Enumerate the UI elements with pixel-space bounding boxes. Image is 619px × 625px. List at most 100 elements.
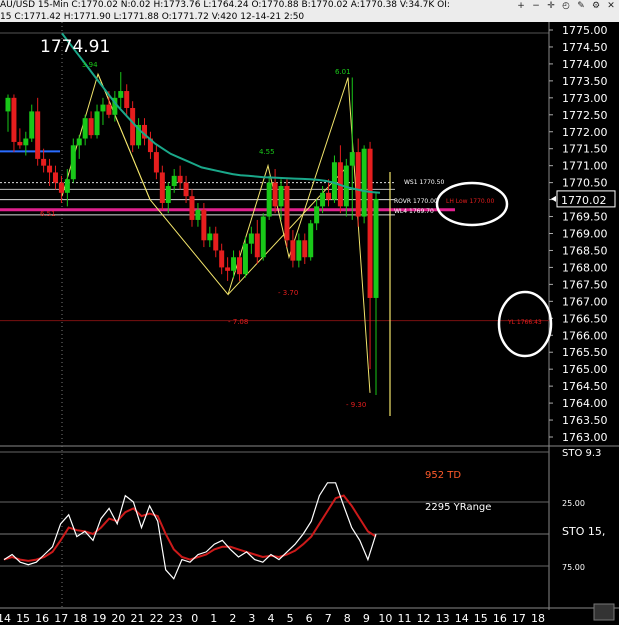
candle-body[interactable] bbox=[189, 196, 195, 220]
candle-body[interactable] bbox=[35, 111, 41, 159]
time-tick-label: 15 bbox=[16, 612, 30, 625]
candle-body[interactable] bbox=[70, 145, 76, 180]
candle-body[interactable] bbox=[195, 209, 201, 220]
candle-body[interactable] bbox=[248, 233, 254, 244]
y-tick-label: 1766.00 bbox=[562, 329, 608, 342]
y-tick-label: 1770.50 bbox=[562, 177, 608, 190]
pattern-label-2: 6.51 bbox=[40, 210, 56, 218]
candle-body[interactable] bbox=[106, 104, 112, 115]
scroll-button[interactable] bbox=[593, 603, 615, 621]
candle-body[interactable] bbox=[165, 186, 171, 203]
candle-body[interactable] bbox=[236, 257, 242, 275]
candle-body[interactable] bbox=[326, 192, 332, 200]
candle-body[interactable] bbox=[242, 243, 248, 275]
candle-body[interactable] bbox=[64, 179, 70, 193]
candle-body[interactable] bbox=[58, 182, 64, 193]
candle-body[interactable] bbox=[52, 172, 58, 183]
candle-body[interactable] bbox=[100, 104, 106, 112]
candle-body[interactable] bbox=[254, 233, 260, 258]
y-tick-label: 1773.50 bbox=[562, 75, 608, 88]
stoch-tick-label: 25.00 bbox=[562, 499, 585, 508]
candle-body[interactable] bbox=[23, 138, 29, 146]
candle-body[interactable] bbox=[29, 111, 35, 139]
y-tick-label: 1764.50 bbox=[562, 380, 608, 393]
y-tick-label: 1771.00 bbox=[562, 160, 608, 173]
candle-body[interactable] bbox=[272, 182, 278, 207]
candle-body[interactable] bbox=[213, 233, 219, 251]
pattern-label-3: - 7.08 bbox=[228, 318, 248, 326]
candle-body[interactable] bbox=[207, 233, 213, 241]
candle-body[interactable] bbox=[320, 192, 326, 207]
y-tick-label: 1768.50 bbox=[562, 244, 608, 257]
y-tick-label: 1774.50 bbox=[562, 41, 608, 54]
time-tick-label: 14 bbox=[0, 612, 11, 625]
price-axis[interactable]: 1775.00 1774.50 1774.00 1773.50 1773.00 1772.… bbox=[549, 24, 616, 444]
y-tick-label: 1765.50 bbox=[562, 346, 608, 359]
candle-body[interactable] bbox=[284, 186, 290, 241]
candle-body[interactable] bbox=[296, 240, 302, 261]
candle-body[interactable] bbox=[17, 141, 23, 146]
time-tick-label: 7 bbox=[325, 612, 332, 625]
y-tick-label: 1763.00 bbox=[562, 431, 608, 444]
level-label-lh-low: LH Low 1770.00 bbox=[446, 198, 494, 205]
candle-body[interactable] bbox=[11, 97, 17, 142]
candlesticks[interactable] bbox=[5, 72, 379, 395]
candle-body[interactable] bbox=[124, 91, 130, 109]
time-tick-label: 18 bbox=[531, 612, 545, 625]
time-tick-label: 17 bbox=[54, 612, 68, 625]
candle-body[interactable] bbox=[177, 175, 183, 183]
candle-body[interactable] bbox=[82, 118, 88, 139]
candle-body[interactable] bbox=[314, 206, 320, 224]
y-tick-label: 1763.50 bbox=[562, 414, 608, 427]
candle-body[interactable] bbox=[153, 152, 159, 173]
candle-body[interactable] bbox=[118, 91, 124, 98]
time-tick-label: 19 bbox=[92, 612, 106, 625]
stoch-d-line bbox=[3, 494, 377, 562]
candle-body[interactable] bbox=[5, 97, 11, 112]
y-tick-label: 1769.00 bbox=[562, 228, 608, 241]
candle-body[interactable] bbox=[88, 118, 94, 136]
candle-body[interactable] bbox=[355, 152, 361, 217]
stoch-tick-label: 75.00 bbox=[562, 563, 585, 572]
time-tick-label: 10 bbox=[378, 612, 392, 625]
candle-body[interactable] bbox=[231, 257, 237, 271]
time-tick-label: 20 bbox=[111, 612, 125, 625]
candle-body[interactable] bbox=[349, 152, 355, 166]
candle-body[interactable] bbox=[361, 148, 367, 217]
candle-body[interactable] bbox=[367, 148, 373, 298]
candle-body[interactable] bbox=[219, 250, 225, 268]
candle-body[interactable] bbox=[290, 240, 296, 261]
time-tick-label: 15 bbox=[474, 612, 488, 625]
candle-body[interactable] bbox=[266, 182, 272, 217]
y-tick-label: 1772.00 bbox=[562, 126, 608, 139]
candle-body[interactable] bbox=[159, 172, 165, 203]
price-chart[interactable]: 1775.001774.501774.001773.501773.001772.… bbox=[0, 0, 619, 625]
candle-body[interactable] bbox=[278, 186, 284, 207]
candle-body[interactable] bbox=[373, 198, 379, 298]
y-tick-label: 1772.50 bbox=[562, 109, 608, 122]
candle-body[interactable] bbox=[225, 267, 231, 271]
pattern-label-1: 3.94 bbox=[82, 61, 98, 69]
last-price-label: 1774.91 bbox=[40, 37, 110, 57]
candle-body[interactable] bbox=[94, 111, 100, 136]
candle-body[interactable] bbox=[201, 209, 207, 241]
candle-body[interactable] bbox=[130, 108, 136, 146]
grid-lines bbox=[0, 22, 619, 610]
candle-body[interactable] bbox=[41, 158, 47, 166]
candle-body[interactable] bbox=[171, 175, 177, 187]
candle-body[interactable] bbox=[183, 182, 189, 197]
time-tick-label: 17 bbox=[512, 612, 526, 625]
annotations: 1774.91 3.94 6.51 - 7.08 4.55 - 3.70 6.0… bbox=[40, 37, 605, 538]
time-tick-label: 2 bbox=[229, 612, 236, 625]
candle-body[interactable] bbox=[260, 216, 266, 258]
y-tick-label: 1765.00 bbox=[562, 363, 608, 376]
candle-body[interactable] bbox=[47, 165, 53, 173]
td-label: 952 TD bbox=[425, 470, 461, 481]
candle-body[interactable] bbox=[331, 162, 337, 200]
time-tick-label: 8 bbox=[344, 612, 351, 625]
candle-body[interactable] bbox=[76, 138, 82, 146]
time-tick-label: 16 bbox=[35, 612, 49, 625]
candle-body[interactable] bbox=[308, 223, 314, 258]
time-axis[interactable]: 14 15 16 17 18 19 20 21 22 23 0 1 2 3 4 5 6 7 8 9 10 11 12 13 14… bbox=[0, 603, 619, 625]
candle-body[interactable] bbox=[302, 240, 308, 258]
